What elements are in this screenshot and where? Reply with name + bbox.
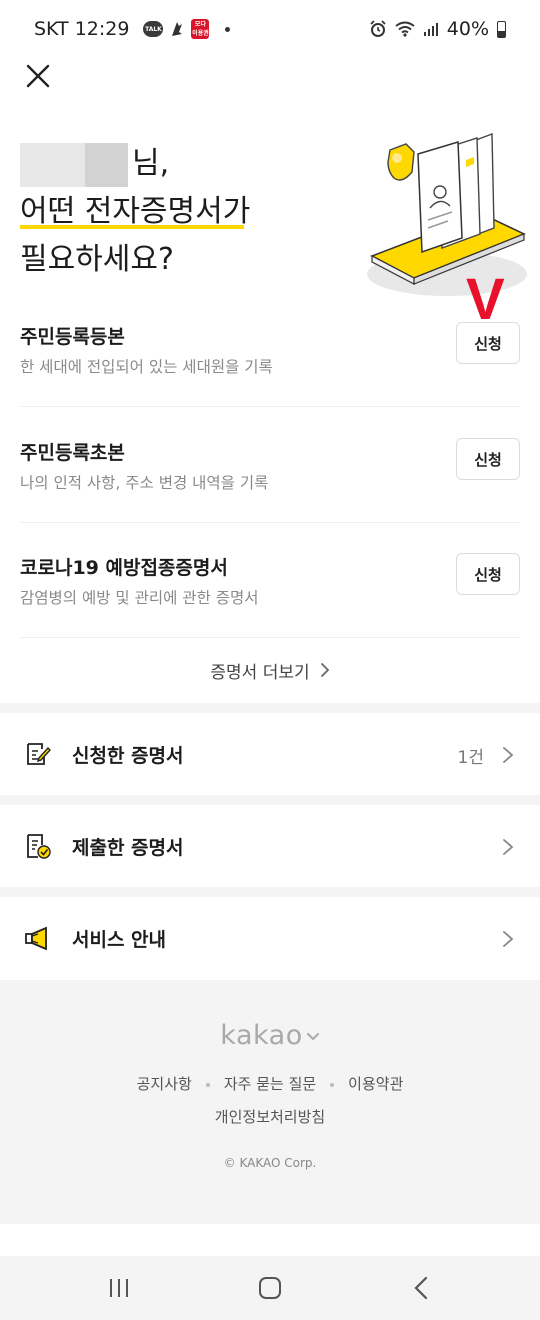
cert-title: 주민등록초본 <box>20 442 125 464</box>
back-icon <box>414 1276 428 1300</box>
kakaotalk-notification-icon: TALK <box>143 21 164 37</box>
cert-description: 나의 인적 사항, 주소 변경 내역을 기록 <box>20 474 269 492</box>
apply-button[interactable]: 신청 <box>456 553 520 595</box>
footer: kakao 공지사항 자주 묻는 질문 이용약관 개인정보처리방침 © KAKAO … <box>0 980 540 1224</box>
section-gap <box>0 887 540 897</box>
cert-title: 주민등록등본 <box>20 326 125 348</box>
apply-button[interactable]: 신청 <box>456 322 520 364</box>
system-navigation-bar <box>0 1256 540 1320</box>
status-right: 40% <box>369 18 506 40</box>
greeting-line-3: 필요하세요? <box>20 242 174 277</box>
battery-icon <box>497 20 506 38</box>
section-gap <box>0 703 540 713</box>
megaphone-icon <box>25 926 47 951</box>
cert-title: 코로나19 예방접종증명서 <box>20 557 228 579</box>
greeting-heading: 님, 어떤 전자증명서가 필요하세요? <box>20 140 250 284</box>
recent-apps-button[interactable] <box>104 1274 134 1302</box>
menu-service-guide[interactable]: 서비스 안내 <box>0 897 540 979</box>
chevron-right-icon <box>503 839 514 855</box>
carrier-time: SKT 12:29 <box>34 18 130 40</box>
app-notification-icon <box>169 20 185 38</box>
blurred-user-name <box>20 142 128 187</box>
copyright-text: © KAKAO Corp. <box>223 1156 317 1170</box>
more-certificates-link[interactable]: 증명서 더보기 <box>0 648 540 692</box>
separator-dot <box>205 1082 210 1087</box>
menu-applied-certificates[interactable]: 신청한 증명서 1건 <box>0 713 540 795</box>
menu-label: 서비스 안내 <box>72 929 167 951</box>
more-certificates-label: 증명서 더보기 <box>210 662 310 683</box>
notice-link[interactable]: 공지사항 <box>137 1075 192 1093</box>
faq-link[interactable]: 자주 묻는 질문 <box>224 1075 316 1093</box>
document-phone-illustration <box>362 116 532 306</box>
red-app-notification-icon: 모다 이용권 <box>191 19 210 39</box>
home-icon <box>259 1277 281 1299</box>
cert-description: 감염병의 예방 및 관리에 관한 증명서 <box>20 589 259 607</box>
submitted-document-icon <box>27 834 51 859</box>
kakao-logo[interactable]: kakao <box>0 1020 540 1051</box>
alarm-icon <box>370 20 386 37</box>
menu-label: 제출한 증명서 <box>72 837 184 859</box>
talk-badge-text: TALK <box>145 25 162 33</box>
terms-link[interactable]: 이용약관 <box>348 1075 403 1093</box>
red-app-badge-text: 모다 이용권 <box>192 21 209 37</box>
kakao-logo-text: kakao <box>220 1020 303 1051</box>
menu-label: 신청한 증명서 <box>72 745 184 767</box>
home-button[interactable] <box>255 1274 285 1302</box>
greeting-name-suffix: 님, <box>132 146 170 181</box>
edit-document-icon <box>27 743 51 765</box>
wifi-icon <box>395 21 415 37</box>
menu-count: 1건 <box>457 748 484 768</box>
recent-apps-icon <box>110 1279 128 1297</box>
cert-item-covid19-vaccination: 코로나19 예방접종증명서 감염병의 예방 및 관리에 관한 증명서 신청 <box>20 531 520 646</box>
section-gap <box>0 795 540 805</box>
divider <box>20 406 520 407</box>
cert-description: 한 세대에 전입되어 있는 세대원을 기록 <box>20 358 273 376</box>
back-button[interactable] <box>406 1274 436 1302</box>
battery-percent: 40% <box>446 18 489 40</box>
cert-item-resident-registration-copy: 주민등록등본 한 세대에 전입되어 있는 세대원을 기록 신청 <box>20 300 520 415</box>
more-notifications-dot-icon <box>225 26 231 32</box>
separator-dot <box>330 1082 335 1087</box>
close-icon <box>26 64 50 88</box>
chevron-right-icon <box>503 747 514 763</box>
privacy-policy-link[interactable]: 개인정보처리방침 <box>0 1106 540 1127</box>
chevron-right-icon <box>503 931 514 947</box>
chevron-down-icon <box>306 1032 319 1040</box>
status-left: SKT 12:29 TALK 모다 이용권 <box>34 18 231 40</box>
apply-button[interactable]: 신청 <box>456 438 520 480</box>
divider <box>20 522 520 523</box>
divider <box>20 637 520 638</box>
status-bar: SKT 12:29 TALK 모다 이용권 40% <box>0 0 540 58</box>
footer-links: 공지사항 자주 묻는 질문 이용약관 <box>0 1073 540 1094</box>
cert-item-resident-registration-abstract: 주민등록초본 나의 인적 사항, 주소 변경 내역을 기록 신청 <box>20 416 520 531</box>
chevron-right-icon <box>320 663 329 677</box>
signal-icon <box>423 23 438 36</box>
greeting-line-highlighted: 어떤 전자증명서가 <box>20 188 250 236</box>
close-button[interactable] <box>22 60 54 92</box>
menu-submitted-certificates[interactable]: 제출한 증명서 <box>0 805 540 887</box>
